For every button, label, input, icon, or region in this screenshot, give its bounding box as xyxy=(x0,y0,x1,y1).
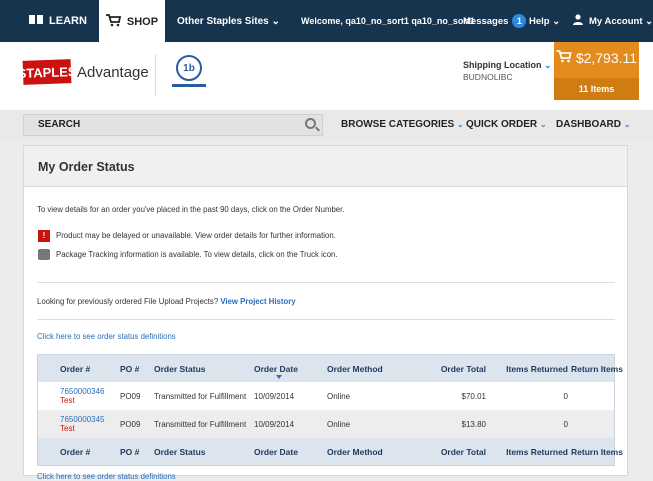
column-header-po-number[interactable]: PO # xyxy=(120,355,139,382)
customer-logo-strip xyxy=(172,84,206,87)
tracking-note: Package Tracking information is availabl… xyxy=(56,250,338,259)
order-number-link[interactable]: 7650000346 xyxy=(60,387,105,396)
messages-label: Messages xyxy=(463,15,509,27)
order-status-cell: Transmitted for Fulfillment xyxy=(154,419,247,429)
order-status-table: Order # PO # Order Status Order Date Ord… xyxy=(37,354,623,466)
dashboard-menu[interactable]: DASHBOARD ⌄ xyxy=(556,110,630,140)
chevron-down-icon: ⌄ xyxy=(544,60,552,70)
browse-categories-menu[interactable]: BROWSE CATEGORIES ⌄ xyxy=(341,110,464,140)
column-header-order-number[interactable]: Order # xyxy=(60,355,90,382)
shipping-location-value: BUDNOLIBC xyxy=(463,72,513,82)
search-input[interactable]: SEARCH xyxy=(23,114,323,136)
my-account-label: My Account ⌄ xyxy=(589,15,653,27)
my-account-dropdown[interactable]: My Account ⌄ xyxy=(573,0,653,42)
chevron-down-icon: ⌄ xyxy=(456,120,464,129)
items-returned-cell: 0 xyxy=(563,419,568,429)
order-method-cell: Online xyxy=(327,391,351,401)
delayed-note: Product may be delayed or unavailable. V… xyxy=(56,231,336,240)
tab-learn-label: LEARN xyxy=(49,15,87,27)
column-header-order-status[interactable]: Order Status xyxy=(154,355,206,382)
cart-icon xyxy=(556,50,576,66)
chevron-down-icon: ⌄ xyxy=(539,120,547,129)
shipping-location-dropdown[interactable]: Shipping Location ⌄ xyxy=(463,60,552,71)
column-footer-order-number[interactable]: Order # xyxy=(60,438,90,465)
cart-items-count: 11 Items xyxy=(554,78,639,100)
intro-text: To view details for an order you've plac… xyxy=(37,205,345,214)
column-footer-return-items: Return Items xyxy=(571,446,623,457)
status-definitions-link-bottom[interactable]: Click here to see order status definitio… xyxy=(37,472,176,481)
alert-icon: ! xyxy=(38,230,50,242)
column-footer-items-returned[interactable]: Items Returned xyxy=(476,438,568,465)
order-total-cell: $13.80 xyxy=(461,419,486,429)
table-row: 7650000346 Test PO09 Transmitted for Ful… xyxy=(38,382,614,410)
divider xyxy=(37,319,615,320)
order-tag: Test xyxy=(60,396,75,405)
order-date-cell: 10/09/2014 xyxy=(254,391,295,401)
quick-order-menu[interactable]: QUICK ORDER ⌄ xyxy=(466,110,547,140)
logo-divider xyxy=(155,54,156,96)
upload-projects-prefix: Looking for previously ordered File Uplo… xyxy=(37,297,219,306)
quick-order-label: QUICK ORDER xyxy=(466,119,538,130)
main-navigation: SEARCH BROWSE CATEGORIES ⌄ QUICK ORDER ⌄… xyxy=(0,110,653,140)
column-header-order-method[interactable]: Order Method xyxy=(327,355,383,382)
advantage-logo-text: Advantage xyxy=(77,64,149,81)
order-status-panel: My Order Status To view details for an o… xyxy=(23,145,628,481)
browse-categories-label: BROWSE CATEGORIES xyxy=(341,119,455,130)
chevron-down-icon: ⌄ xyxy=(623,120,631,129)
sort-descending-icon xyxy=(276,375,282,379)
order-number-cell: 7650000346 Test xyxy=(60,382,105,410)
status-definitions-link[interactable]: Click here to see order status definitio… xyxy=(37,332,176,341)
tab-learn[interactable]: LEARN xyxy=(18,0,98,42)
staples-logo[interactable]: STAPLES xyxy=(17,59,77,85)
items-returned-cell: 0 xyxy=(563,391,568,401)
page-title: My Order Status xyxy=(38,160,135,174)
welcome-text: Welcome, qa10_no_sort1 qa10_no_sort1 xyxy=(301,16,475,26)
top-navigation-bar: LEARN SHOP Other Staples Sites ⌄ Welcome… xyxy=(0,0,653,44)
column-header-items-returned[interactable]: Items Returned xyxy=(476,355,568,382)
order-number-link[interactable]: 7650000345 xyxy=(60,415,105,424)
cart-button[interactable]: $2,793.11 11 Items xyxy=(554,42,639,100)
help-dropdown[interactable]: Help ⌄ xyxy=(529,0,560,42)
order-method-cell: Online xyxy=(327,419,351,429)
divider xyxy=(37,282,615,283)
view-project-history-link[interactable]: View Project History xyxy=(220,297,295,306)
table-footer-row: Order # PO # Order Status Order Date Ord… xyxy=(38,438,623,465)
column-footer-order-method[interactable]: Order Method xyxy=(327,438,383,465)
panel-header: My Order Status xyxy=(24,146,627,187)
column-footer-order-total[interactable]: Order Total xyxy=(406,438,486,465)
column-header-order-total[interactable]: Order Total xyxy=(406,355,486,382)
order-status-cell: Transmitted for Fulfillment xyxy=(154,391,247,401)
table-row: 7650000345 Test PO09 Transmitted for Ful… xyxy=(38,410,614,438)
truck-icon xyxy=(38,249,50,260)
order-tag: Test xyxy=(60,424,75,433)
column-footer-order-status[interactable]: Order Status xyxy=(154,438,206,465)
po-number-cell: PO09 xyxy=(120,419,141,429)
tab-shop-label: SHOP xyxy=(126,16,159,28)
customer-logo: 1b xyxy=(176,55,202,81)
dashboard-label: DASHBOARD xyxy=(556,119,621,130)
book-icon xyxy=(29,14,44,28)
cart-icon xyxy=(105,14,122,30)
column-footer-po-number[interactable]: PO # xyxy=(120,438,139,465)
messages-count-badge: 1 xyxy=(512,14,527,28)
tab-shop[interactable]: SHOP xyxy=(99,0,165,44)
po-number-cell: PO09 xyxy=(120,391,141,401)
order-number-cell: 7650000345 Test xyxy=(60,410,105,438)
cart-total: $2,793.11 xyxy=(554,50,639,66)
user-icon xyxy=(573,14,583,28)
table-header-row: Order # PO # Order Status Order Date Ord… xyxy=(38,355,623,382)
cart-total-value: $2,793.11 xyxy=(575,50,638,66)
order-total-cell: $70.01 xyxy=(461,391,486,401)
shipping-location-label: Shipping Location xyxy=(463,60,542,70)
other-staples-sites-dropdown[interactable]: Other Staples Sites ⌄ xyxy=(177,0,280,42)
order-date-cell: 10/09/2014 xyxy=(254,419,295,429)
upload-projects-text: Looking for previously ordered File Uplo… xyxy=(37,297,296,306)
messages-link[interactable]: Messages 1 xyxy=(463,0,527,42)
search-icon[interactable] xyxy=(305,118,316,129)
column-footer-order-date[interactable]: Order Date xyxy=(254,438,298,465)
column-header-return-items: Return Items xyxy=(571,363,623,374)
